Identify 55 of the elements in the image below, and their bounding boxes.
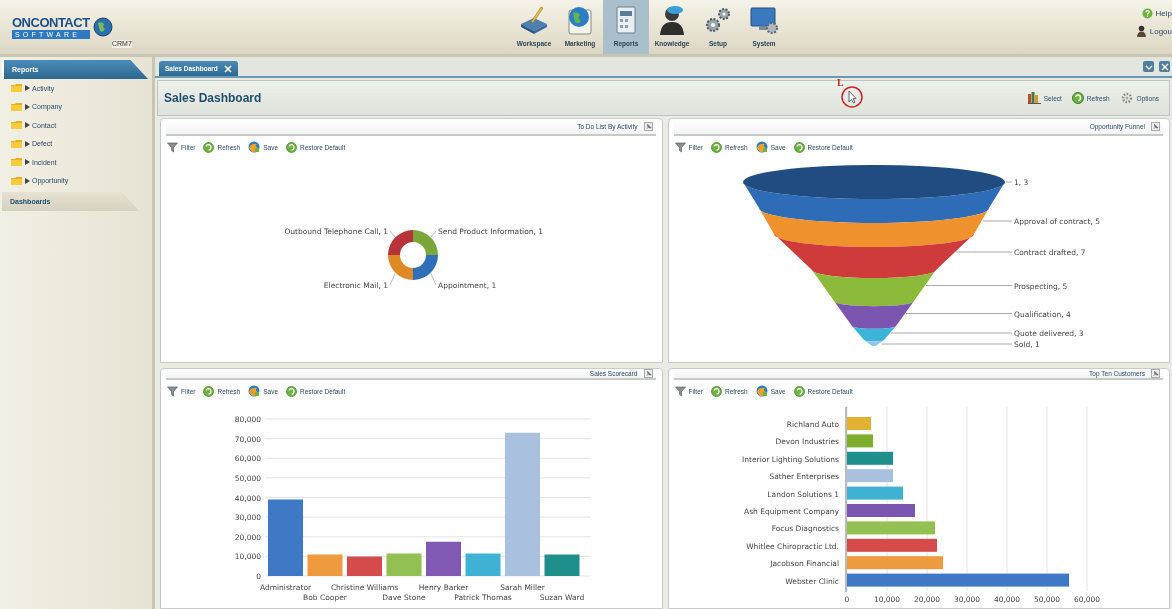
leader-line	[389, 272, 396, 286]
expand-icon	[25, 177, 30, 184]
pin-icon[interactable]	[643, 369, 653, 378]
folder-icon	[11, 175, 23, 186]
leader-line	[430, 272, 437, 286]
folder-icon	[11, 138, 23, 149]
leader-line	[1005, 181, 1012, 183]
expand-icon	[25, 85, 30, 92]
leader-line	[389, 230, 396, 238]
help-icon	[1141, 8, 1153, 19]
expand-icon	[25, 103, 30, 110]
folder-icon	[11, 83, 23, 94]
header-link[interactable]: Logou	[1135, 25, 1172, 37]
folder-icon	[11, 157, 23, 168]
folder-icon	[11, 101, 23, 112]
settings-icon	[1119, 92, 1134, 104]
refresh-icon	[793, 141, 805, 153]
refresh-icon	[710, 385, 722, 397]
circled-cursor-icon	[841, 86, 863, 108]
expand-icon	[25, 140, 30, 147]
person-icon	[1135, 25, 1147, 37]
refresh-icon	[710, 141, 722, 153]
page-title: Sales Dashboard	[164, 91, 262, 105]
books-icon	[1027, 92, 1041, 104]
refresh-icon	[286, 141, 298, 153]
globe-icon	[248, 141, 261, 153]
refresh-icon	[203, 141, 215, 153]
refresh-icon	[286, 385, 298, 397]
globe-icon	[755, 385, 768, 397]
system-icon	[747, 4, 781, 36]
pin-icon[interactable]	[1151, 122, 1160, 131]
pin-icon[interactable]	[643, 122, 653, 131]
header-link[interactable]: Help	[1141, 8, 1172, 19]
folder-icon	[11, 120, 23, 131]
close-icon[interactable]	[223, 64, 232, 73]
pin-icon[interactable]	[1151, 369, 1160, 378]
filter-icon	[167, 385, 178, 397]
expand-icon	[25, 159, 30, 166]
globe-icon	[755, 141, 768, 153]
leader-line	[955, 251, 1012, 253]
leader-line	[981, 220, 1012, 222]
filter-icon	[674, 385, 686, 397]
leader-line	[430, 230, 437, 238]
refresh-icon	[203, 385, 215, 397]
expand-icon	[25, 122, 30, 129]
logo-wordmark: ONCONTACT	[12, 15, 90, 30]
logo-icon	[92, 17, 113, 37]
close-icon[interactable]	[1159, 61, 1170, 72]
annotation-letter: L	[837, 77, 844, 88]
filter-icon	[167, 141, 178, 153]
refresh-icon	[793, 385, 805, 397]
filter-icon	[674, 141, 686, 153]
minimize-icon[interactable]	[1143, 61, 1154, 72]
globe-icon	[248, 385, 261, 397]
refresh-icon	[1071, 92, 1084, 104]
